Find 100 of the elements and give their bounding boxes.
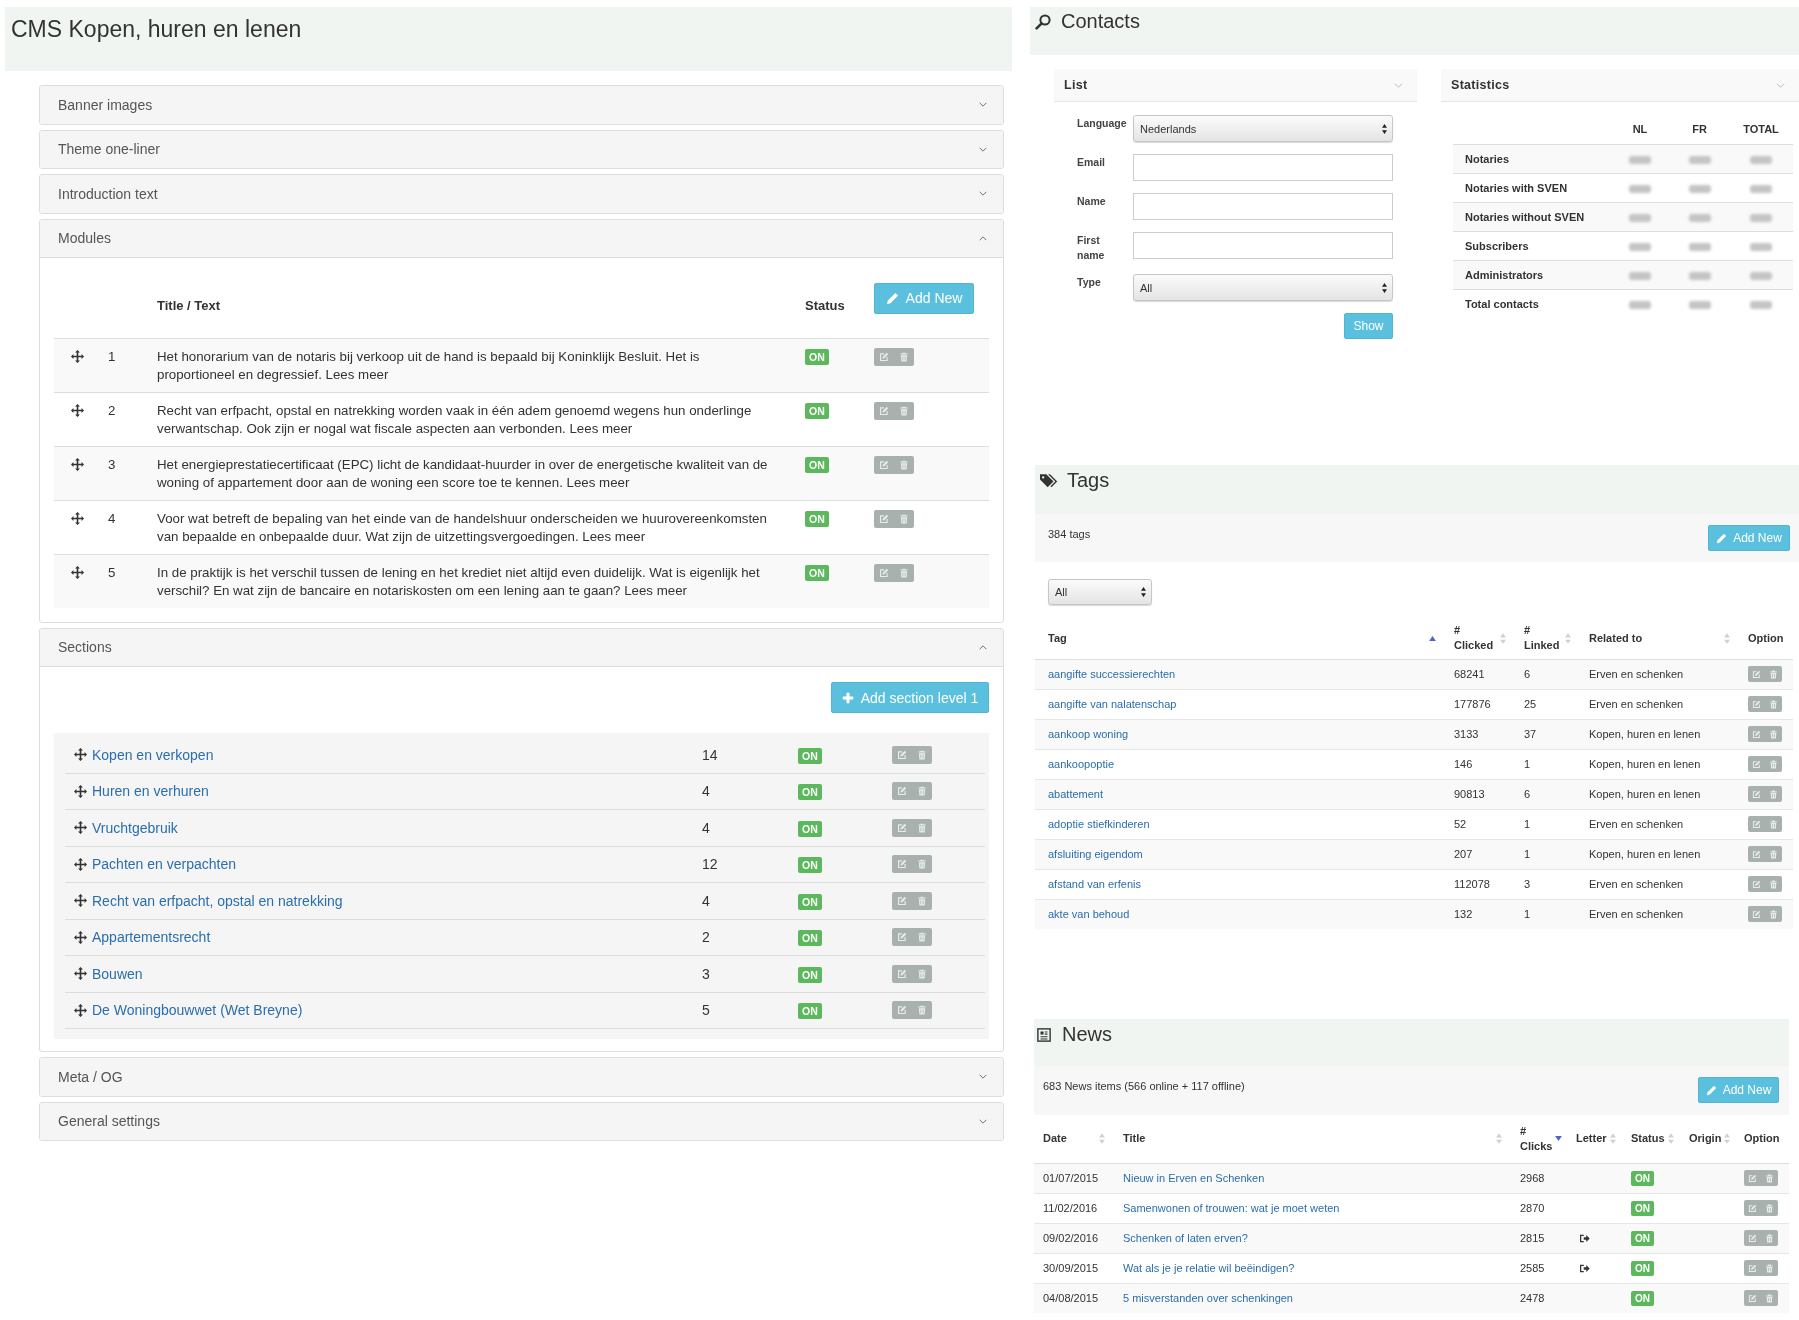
dropdown[interactable]: All [1048, 579, 1152, 605]
edit-button[interactable] [1748, 756, 1765, 772]
edit-button[interactable] [892, 1001, 912, 1020]
column-header[interactable]: Origin [1689, 1131, 1722, 1147]
column-header[interactable]: Tag [1048, 630, 1067, 646]
edit-button[interactable] [1744, 1290, 1761, 1307]
edit-button[interactable] [1744, 1260, 1761, 1276]
edit-button[interactable] [874, 509, 894, 528]
delete-button[interactable] [1761, 1200, 1778, 1216]
delete-button[interactable] [894, 401, 914, 420]
move-icon[interactable] [74, 967, 87, 981]
column-header[interactable]: # Clicked [1454, 623, 1494, 654]
edit-button[interactable] [1748, 696, 1765, 712]
sort-icon[interactable] [1609, 1133, 1616, 1145]
tag-link[interactable]: aangifte van nalatenschap [1048, 698, 1177, 710]
column-header[interactable]: # Linked [1524, 623, 1560, 654]
delete-button[interactable] [894, 563, 914, 582]
tag-link[interactable]: aankoopoptie [1048, 758, 1115, 770]
tag-link[interactable]: abattement [1048, 788, 1104, 800]
section-link[interactable]: De Woningbouwwet (Wet Breyne) [92, 1002, 303, 1019]
delete-button[interactable] [1765, 756, 1782, 772]
column-header[interactable]: Title [1123, 1131, 1146, 1147]
section-link[interactable]: Appartementsrecht [92, 929, 211, 946]
delete-button[interactable] [1765, 816, 1782, 832]
dropdown[interactable]: Nederlands [1133, 115, 1393, 142]
sort-icon[interactable] [1500, 632, 1506, 644]
section-link[interactable]: Kopen en verkopen [92, 746, 214, 763]
delete-button[interactable] [1761, 1230, 1778, 1246]
tag-link[interactable]: afstand van erfenis [1048, 878, 1141, 890]
edit-button[interactable] [1748, 816, 1765, 832]
sort-down-icon[interactable] [1555, 1136, 1563, 1142]
edit-button[interactable] [1748, 876, 1765, 892]
move-icon[interactable] [74, 748, 87, 762]
sort-icon[interactable] [1565, 632, 1571, 644]
delete-button[interactable] [1765, 876, 1782, 892]
news-link[interactable]: Schenken of laten erven? [1123, 1232, 1248, 1244]
move-icon[interactable] [70, 403, 84, 417]
tag-link[interactable]: akte van behoud [1048, 908, 1130, 921]
section-link[interactable]: Recht van erfpacht, opstal en natrekking [92, 892, 343, 909]
news-link[interactable]: Nieuw in Erven en Schenken [1123, 1172, 1265, 1184]
delete-button[interactable] [894, 455, 914, 474]
tag-link[interactable]: adoptie stiefkinderen [1048, 818, 1150, 830]
edit-button[interactable] [892, 964, 912, 983]
edit-button[interactable] [1748, 846, 1765, 862]
delete-button[interactable] [912, 964, 932, 983]
delete-button[interactable] [912, 818, 932, 837]
delete-button[interactable] [1761, 1260, 1778, 1276]
chevron-down-icon[interactable] [1394, 82, 1403, 88]
edit-button[interactable] [1748, 666, 1765, 682]
accordion-header[interactable]: General settings [40, 1102, 1003, 1140]
accordion-header[interactable]: Modules [40, 219, 1003, 257]
edit-button[interactable] [892, 782, 912, 801]
tag-link[interactable]: aankoop woning [1048, 728, 1129, 740]
input-field[interactable] [1133, 193, 1393, 220]
move-icon[interactable] [74, 857, 87, 871]
delete-button[interactable] [1761, 1290, 1778, 1307]
delete-button[interactable] [1765, 726, 1782, 742]
accordion-header[interactable]: Sections [40, 628, 1003, 666]
move-icon[interactable] [70, 511, 84, 525]
chevron-down-icon[interactable] [1776, 82, 1785, 88]
edit-button[interactable] [874, 347, 894, 366]
tag-link[interactable]: aangifte successierechten [1048, 668, 1176, 680]
input-field[interactable] [1133, 232, 1393, 259]
news-link[interactable]: 5 misverstanden over schenkingen [1123, 1292, 1293, 1305]
column-header[interactable]: Letter [1576, 1131, 1607, 1147]
column-header[interactable]: # Clicks [1520, 1123, 1553, 1154]
move-icon[interactable] [74, 930, 87, 944]
edit-button[interactable] [892, 891, 912, 910]
edit-button[interactable] [874, 401, 894, 420]
edit-button[interactable] [1748, 726, 1765, 742]
edit-button[interactable] [1748, 786, 1765, 802]
edit-button[interactable] [1744, 1230, 1761, 1246]
column-header[interactable]: Related to [1589, 630, 1643, 646]
accordion-header[interactable]: Banner images [40, 86, 1003, 124]
edit-button[interactable] [892, 745, 912, 764]
move-icon[interactable] [70, 565, 84, 579]
delete-button[interactable] [894, 509, 914, 528]
edit-button[interactable] [892, 928, 912, 947]
delete-button[interactable] [1765, 666, 1782, 682]
move-icon[interactable] [74, 821, 87, 835]
accordion-header[interactable]: Introduction text [40, 175, 1003, 213]
sort-icon[interactable] [1496, 1133, 1502, 1145]
delete-button[interactable] [1765, 846, 1782, 862]
edit-button[interactable] [892, 818, 912, 837]
column-header[interactable]: Date [1043, 1131, 1067, 1147]
edit-button[interactable] [892, 855, 912, 874]
delete-button[interactable] [1765, 786, 1782, 802]
sort-icon[interactable] [1724, 1133, 1731, 1145]
edit-button[interactable] [874, 455, 894, 474]
move-icon[interactable] [70, 457, 84, 471]
accordion-header[interactable]: Theme one-liner [40, 130, 1003, 168]
accordion-header[interactable]: Meta / OG [40, 1058, 1003, 1096]
input-field[interactable] [1133, 154, 1393, 181]
edit-button[interactable] [874, 563, 894, 582]
delete-button[interactable] [1765, 906, 1782, 923]
news-link[interactable]: Samenwonen of trouwen: wat je moet weten [1123, 1202, 1340, 1214]
move-icon[interactable] [70, 349, 84, 363]
delete-button[interactable] [1765, 696, 1782, 712]
delete-button[interactable] [912, 1001, 932, 1020]
section-link[interactable]: Pachten en verpachten [92, 856, 236, 873]
